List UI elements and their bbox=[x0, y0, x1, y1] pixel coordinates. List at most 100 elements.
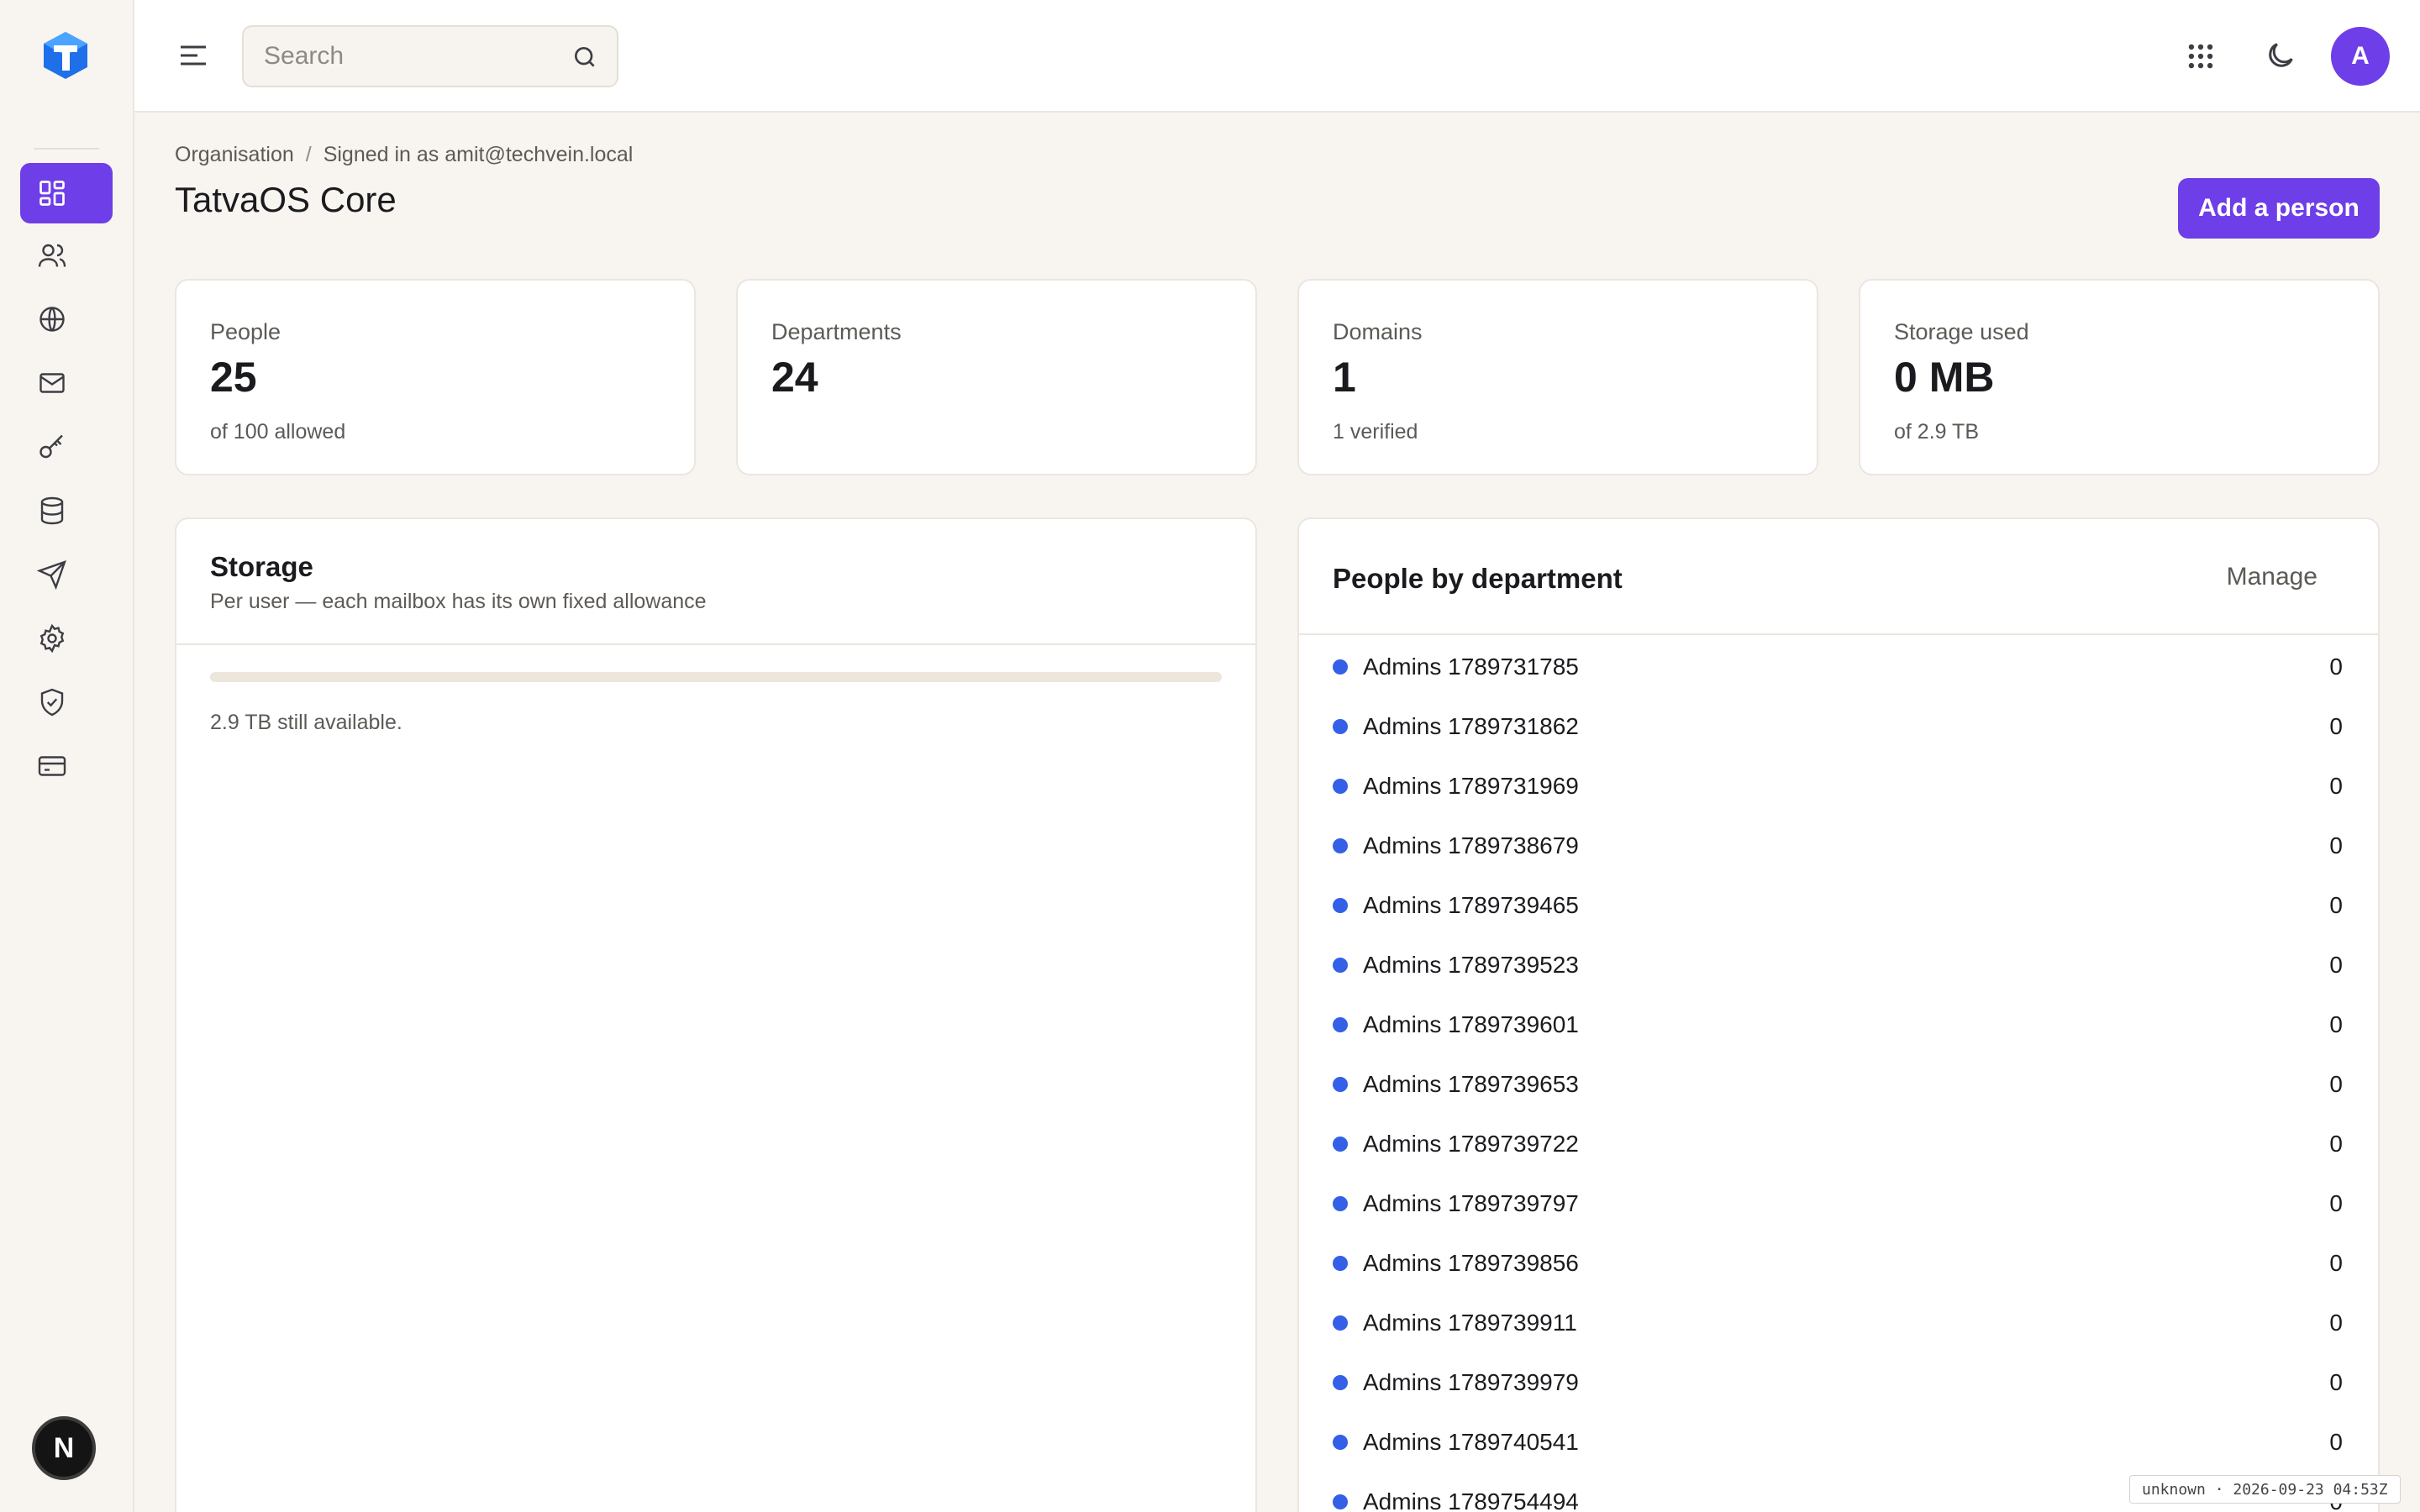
stat-subtext: 1 verified bbox=[1333, 420, 1418, 444]
department-row[interactable]: Admins 1789739797 0 bbox=[1333, 1173, 2343, 1233]
department-count: 0 bbox=[2329, 1249, 2343, 1276]
department-row[interactable]: Admins 1789739979 0 bbox=[1333, 1352, 2343, 1412]
stat-card-people: People 25 of 100 allowed bbox=[175, 279, 696, 475]
sidebar-item-mail[interactable] bbox=[20, 353, 113, 413]
department-row[interactable]: Admins 1789739601 0 bbox=[1333, 995, 2343, 1054]
send-icon bbox=[37, 560, 66, 590]
department-count: 0 bbox=[2329, 1309, 2343, 1336]
department-row[interactable]: Admins 1789739523 0 bbox=[1333, 935, 2343, 995]
sidebar-item-settings[interactable] bbox=[20, 608, 113, 669]
department-row[interactable]: Admins 1789731862 0 bbox=[1333, 696, 2343, 756]
storage-panel-subtitle: Per user — each mailbox has its own fixe… bbox=[210, 590, 707, 613]
department-name: Admins 1789731862 bbox=[1363, 712, 1579, 739]
sidebar-item-domains[interactable] bbox=[20, 289, 113, 349]
department-count: 0 bbox=[2329, 1070, 2343, 1097]
department-row[interactable]: Admins 1789739911 0 bbox=[1333, 1293, 2343, 1352]
mail-icon bbox=[39, 373, 65, 393]
department-count: 0 bbox=[2329, 1130, 2343, 1157]
search-icon[interactable] bbox=[571, 44, 598, 71]
department-dot bbox=[1333, 1494, 1348, 1509]
stat-card-domains: Domains 1 1 verified bbox=[1297, 279, 1818, 475]
department-dot bbox=[1333, 659, 1348, 675]
breadcrumb-separator: / bbox=[305, 143, 312, 166]
menu-icon bbox=[181, 45, 206, 66]
sidebar: N bbox=[0, 0, 134, 1512]
stat-label: Departments bbox=[771, 319, 902, 344]
sidebar-item-keys[interactable] bbox=[20, 417, 113, 477]
sidebar-divider bbox=[34, 148, 99, 150]
breadcrumb-root[interactable]: Organisation bbox=[175, 143, 294, 166]
department-row[interactable]: Admins 1789738679 0 bbox=[1333, 816, 2343, 875]
menu-toggle-button[interactable] bbox=[176, 39, 210, 72]
sidebar-item-dashboard[interactable] bbox=[20, 163, 113, 223]
avatar[interactable]: A bbox=[2331, 27, 2390, 86]
sidebar-item-billing[interactable] bbox=[20, 736, 113, 796]
department-row[interactable]: Admins 1789740541 0 bbox=[1333, 1412, 2343, 1472]
department-dot bbox=[1333, 1374, 1348, 1390]
department-name: Admins 1789739911 bbox=[1363, 1309, 1577, 1336]
storage-available-note: 2.9 TB still available. bbox=[210, 711, 402, 734]
department-count: 0 bbox=[2329, 1428, 2343, 1455]
departments-panel-title: People by department bbox=[1333, 563, 1623, 594]
gear-icon bbox=[39, 623, 65, 654]
department-count: 0 bbox=[2329, 891, 2343, 918]
department-row[interactable]: Admins 1789739653 0 bbox=[1333, 1054, 2343, 1114]
department-row[interactable]: Admins 1789731785 0 bbox=[1333, 637, 2343, 696]
next-dev-button[interactable]: N bbox=[32, 1416, 96, 1480]
stat-card-departments: Departments 24 bbox=[736, 279, 1257, 475]
department-dot bbox=[1333, 1195, 1348, 1211]
department-count: 0 bbox=[2329, 832, 2343, 858]
stat-subtext: of 100 allowed bbox=[210, 420, 346, 444]
department-dot bbox=[1333, 1315, 1348, 1331]
breadcrumb: Organisation / Signed in as amit@techvein.… bbox=[175, 143, 633, 167]
sidebar-item-send[interactable] bbox=[20, 544, 113, 605]
department-dot bbox=[1333, 718, 1348, 734]
department-count: 0 bbox=[2329, 1368, 2343, 1395]
shield-check-icon bbox=[40, 688, 64, 717]
department-dot bbox=[1333, 1434, 1348, 1450]
department-name: Admins 1789739653 bbox=[1363, 1070, 1579, 1097]
department-name: Admins 1789739601 bbox=[1363, 1011, 1579, 1037]
department-row[interactable]: Admins 1789731969 0 bbox=[1333, 756, 2343, 816]
storage-progress-bar bbox=[210, 672, 1222, 682]
sidebar-item-storage[interactable] bbox=[20, 480, 113, 541]
department-list: Admins 1789731785 0 Admins 1789731862 0 Admi… bbox=[1333, 637, 2343, 1512]
storage-panel-title: Storage bbox=[210, 551, 313, 582]
search-box bbox=[242, 25, 618, 87]
page-title: TatvaOS Core bbox=[175, 180, 397, 219]
moon-icon[interactable] bbox=[2264, 39, 2297, 72]
department-row[interactable]: Admins 1789739722 0 bbox=[1333, 1114, 2343, 1173]
manage-departments-link[interactable]: Manage bbox=[2227, 563, 2317, 591]
department-name: Admins 1789738679 bbox=[1363, 832, 1579, 858]
departments-panel: People by department Manage Admins 17897… bbox=[1297, 517, 2380, 1512]
department-name: Admins 1789739465 bbox=[1363, 891, 1579, 918]
department-count: 0 bbox=[2329, 772, 2343, 799]
add-person-button[interactable]: Add a person bbox=[2178, 178, 2380, 239]
stat-value: 1 bbox=[1333, 354, 1356, 401]
stat-label: Storage used bbox=[1894, 319, 2029, 344]
stat-card-storage: Storage used 0 MB of 2.9 TB bbox=[1859, 279, 2380, 475]
department-name: Admins 1789739722 bbox=[1363, 1130, 1579, 1157]
department-dot bbox=[1333, 778, 1348, 794]
department-name: Admins 1789740541 bbox=[1363, 1428, 1579, 1455]
techvein-logo[interactable] bbox=[42, 30, 89, 81]
stat-label: Domains bbox=[1333, 319, 1423, 344]
department-row[interactable]: Admins 1789739465 0 bbox=[1333, 875, 2343, 935]
department-row[interactable]: Admins 1789739856 0 bbox=[1333, 1233, 2343, 1293]
users-icon bbox=[38, 244, 66, 267]
storage-panel: Storage Per user — each mailbox has its … bbox=[175, 517, 1257, 1512]
search-input[interactable] bbox=[264, 27, 566, 86]
department-dot bbox=[1333, 1016, 1348, 1032]
department-count: 0 bbox=[2329, 951, 2343, 978]
department-dot bbox=[1333, 837, 1348, 853]
apps-grid-icon[interactable] bbox=[2185, 40, 2217, 72]
credit-card-icon bbox=[38, 756, 66, 776]
sidebar-item-people[interactable] bbox=[20, 225, 113, 286]
globe-icon bbox=[39, 307, 65, 332]
department-count: 0 bbox=[2329, 712, 2343, 739]
sidebar-item-security[interactable] bbox=[20, 672, 113, 732]
department-count: 0 bbox=[2329, 1011, 2343, 1037]
breadcrumb-current: Signed in as amit@techvein.local bbox=[323, 143, 634, 166]
stat-subtext: of 2.9 TB bbox=[1894, 420, 1979, 444]
build-stamp: unknown · 2026-09-23 04:53Z bbox=[2129, 1475, 2401, 1504]
